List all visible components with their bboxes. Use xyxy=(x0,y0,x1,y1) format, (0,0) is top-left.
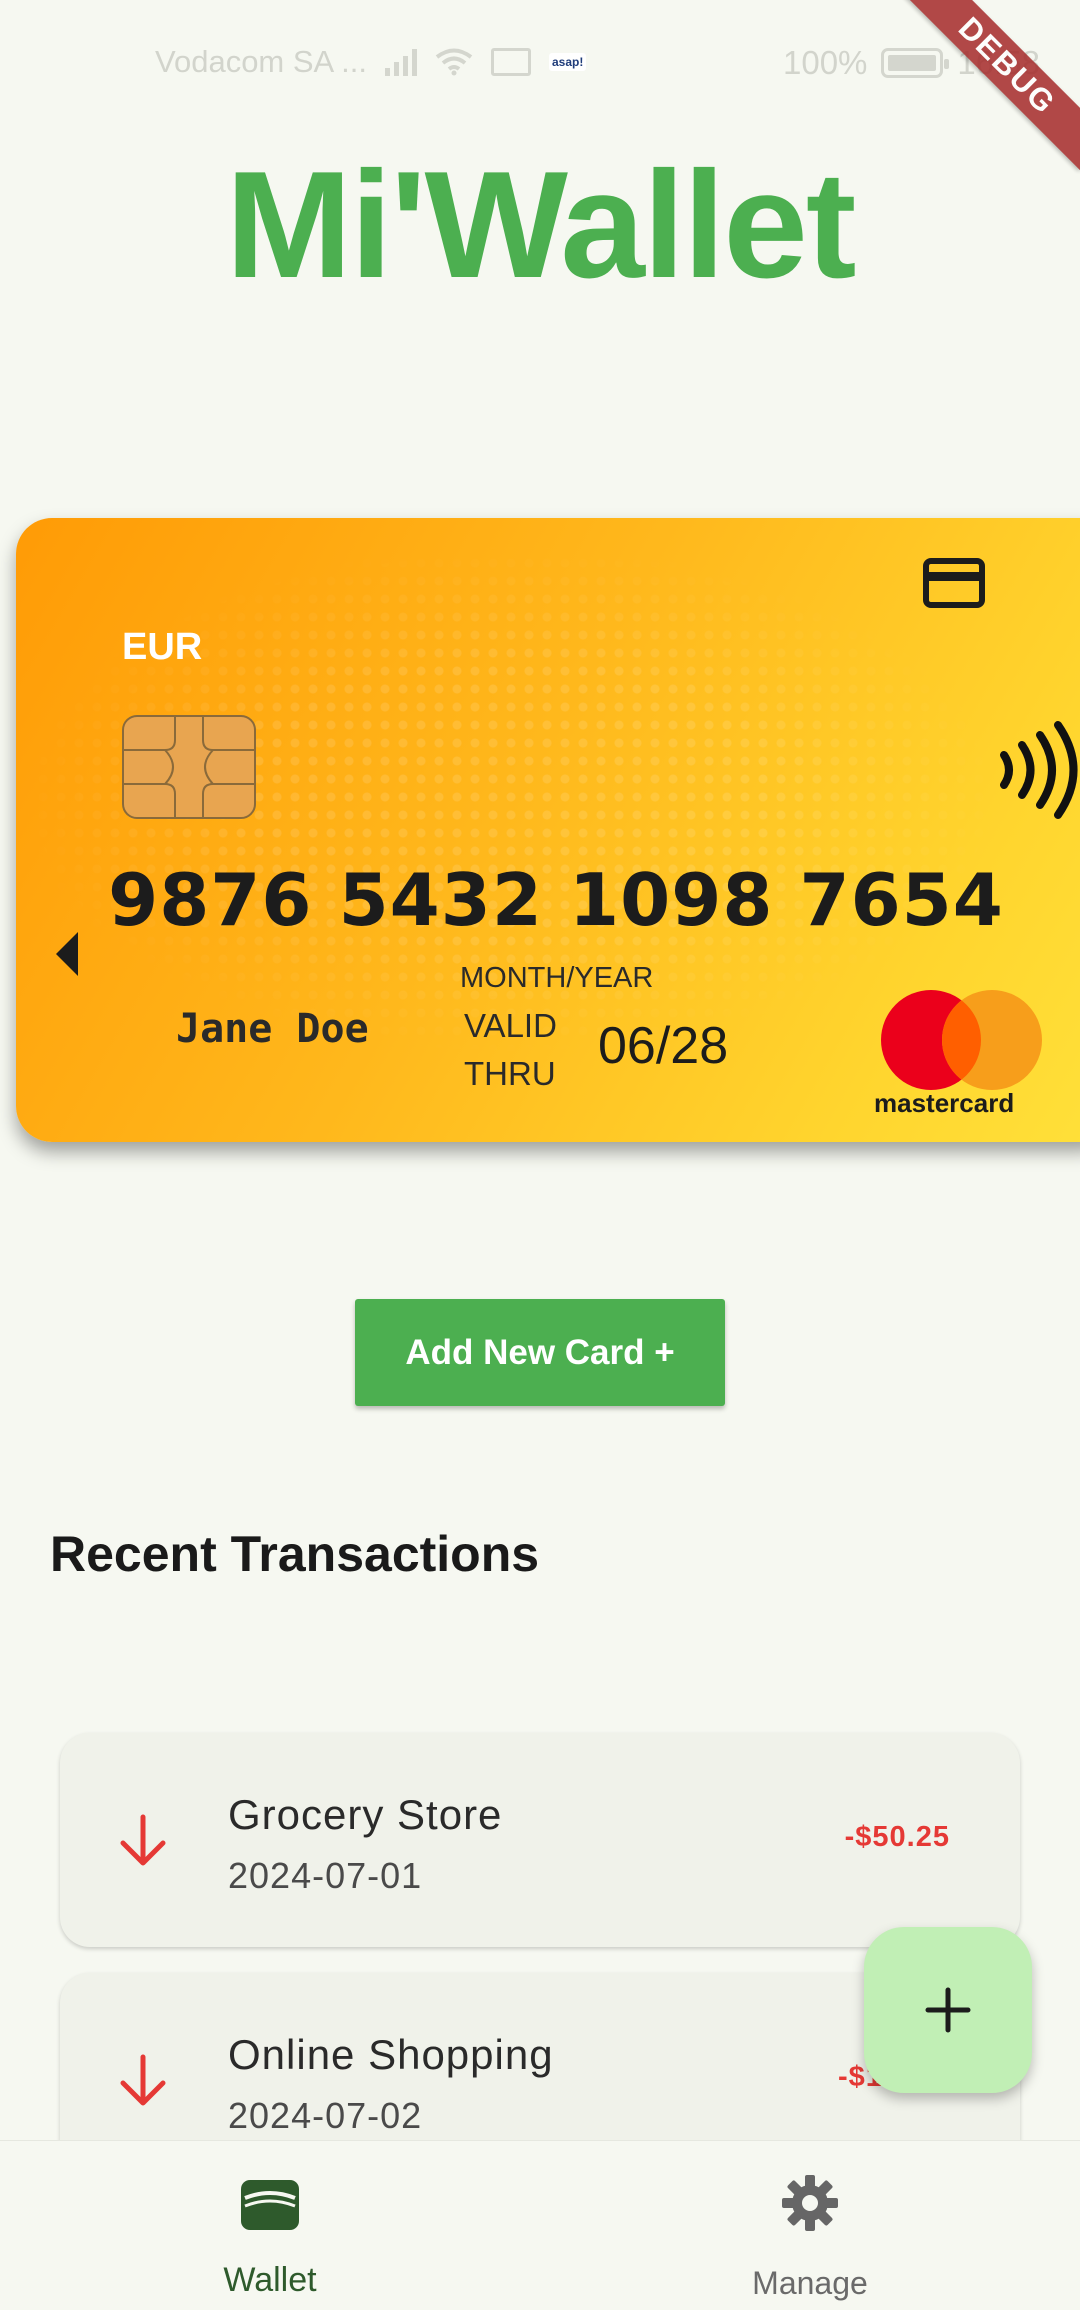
carrier-name: Vodacom SA ... xyxy=(155,44,367,79)
bottom-navigation: Wallet Manage xyxy=(0,2140,1080,2310)
add-fab-button[interactable] xyxy=(864,1927,1032,2093)
mastercard-wordmark: mastercard xyxy=(874,1088,1015,1118)
arrow-down-icon xyxy=(120,2054,166,2106)
valid-thru-label: VALID THRU xyxy=(464,1002,557,1098)
battery-percent: 100% xyxy=(783,44,868,81)
caret-left-icon[interactable] xyxy=(54,930,80,978)
add-new-card-button[interactable]: Add New Card + xyxy=(355,1299,725,1406)
transaction-date: 2024-07-02 xyxy=(228,2095,423,2136)
contactless-icon xyxy=(1000,721,1078,819)
transaction-item[interactable]: Grocery Store 2024-07-01 -$50.25 xyxy=(60,1733,1020,1947)
card-currency: EUR xyxy=(122,626,203,668)
thru-label: THRU xyxy=(464,1055,556,1092)
app-title: Mi'Wallet xyxy=(225,140,857,310)
nav-label-manage: Manage xyxy=(752,2265,868,2301)
asap-notification-icon: asap! xyxy=(548,53,587,71)
card-holder-name: Jane Doe xyxy=(176,1006,369,1052)
battery-icon xyxy=(881,48,950,78)
wallet-icon xyxy=(241,2180,299,2230)
plus-icon xyxy=(925,1987,971,2033)
chip-icon xyxy=(122,715,256,819)
signal-icon xyxy=(384,48,417,76)
nav-item-wallet[interactable]: Wallet xyxy=(0,2141,540,2310)
valid-label: VALID xyxy=(464,1007,557,1044)
card-number: 9876 5432 1098 7654 xyxy=(108,858,1004,942)
arrow-down-icon xyxy=(120,1814,166,1866)
transaction-title: Online Shopping xyxy=(228,2031,554,2078)
wifi-icon xyxy=(435,48,473,76)
status-left: Vodacom SA ... asap! xyxy=(155,44,587,80)
credit-card[interactable]: EUR 9876 5432 1098 7654 Jane Doe MONTH/Y… xyxy=(16,518,1080,1142)
transaction-title: Grocery Store xyxy=(228,1791,503,1838)
transaction-amount: -$50.25 xyxy=(844,1821,950,1853)
nav-item-manage[interactable]: Manage xyxy=(540,2141,1080,2310)
month-year-label: MONTH/YEAR xyxy=(460,962,654,994)
transaction-date: 2024-07-01 xyxy=(228,1855,423,1896)
credit-card-icon xyxy=(923,558,985,608)
nav-label-wallet: Wallet xyxy=(223,2261,317,2299)
mastercard-overlap xyxy=(942,990,1042,1090)
mastercard-logo: mastercard xyxy=(866,990,1046,1118)
card-expiry: 06/28 xyxy=(598,1017,729,1075)
gear-icon xyxy=(782,2175,838,2231)
mail-icon xyxy=(490,48,531,76)
recent-transactions-heading: Recent Transactions xyxy=(50,1526,540,1582)
status-bar: Vodacom SA ... asap! 100% 16:58 xyxy=(0,0,1080,125)
